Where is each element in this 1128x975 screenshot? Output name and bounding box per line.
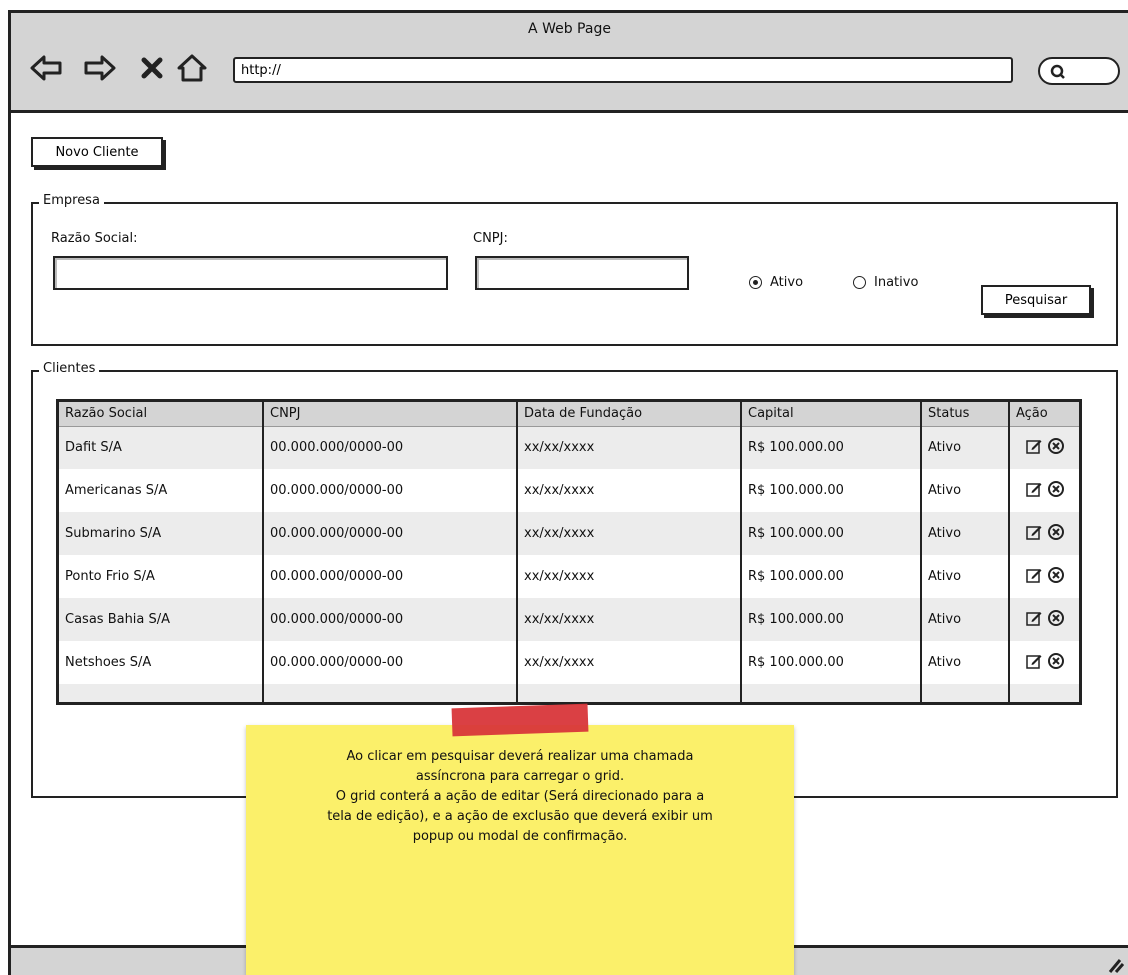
radio-ativo-label: Ativo	[770, 275, 804, 290]
cell-capital: R$ 100.000.00	[741, 598, 922, 641]
empty-row	[59, 684, 1079, 702]
column-header[interactable]: Data de Fundação	[517, 402, 742, 427]
cell-data: xx/xx/xxxx	[517, 469, 742, 512]
cell-cnpj: 00.000.000/0000-00	[263, 598, 518, 641]
delete-icon[interactable]	[1047, 652, 1065, 674]
stop-icon[interactable]	[139, 53, 165, 83]
edit-icon[interactable]	[1025, 480, 1043, 502]
cell-razao: Netshoes S/A	[59, 641, 264, 684]
home-icon[interactable]	[175, 53, 209, 83]
cell-capital: R$ 100.000.00	[741, 512, 922, 555]
cell-razao: Dafit S/A	[59, 426, 264, 469]
cell-status: Ativo	[921, 426, 1010, 469]
cell-data: xx/xx/xxxx	[517, 555, 742, 598]
forward-arrow-icon[interactable]	[83, 53, 117, 83]
cell-razao: Submarino S/A	[59, 512, 264, 555]
note-line: popup ou modal de confirmação.	[412, 829, 628, 844]
cell-capital: R$ 100.000.00	[741, 469, 922, 512]
edit-icon[interactable]	[1025, 652, 1043, 674]
column-header[interactable]: CNPJ	[263, 402, 518, 427]
url-input[interactable]	[233, 57, 1013, 83]
cell-actions	[1009, 555, 1079, 598]
cell-status: Ativo	[921, 555, 1010, 598]
cell-actions	[1009, 512, 1079, 555]
back-arrow-icon[interactable]	[29, 53, 63, 83]
column-header[interactable]: Status	[921, 402, 1010, 427]
column-header[interactable]: Razão Social	[59, 402, 264, 427]
cell-status: Ativo	[921, 641, 1010, 684]
cell-razao: Ponto Frio S/A	[59, 555, 264, 598]
radio-inativo[interactable]: Inativo	[853, 275, 918, 290]
column-header: Ação	[1009, 402, 1079, 427]
delete-icon[interactable]	[1047, 437, 1065, 459]
table-row[interactable]: Ponto Frio S/A 00.000.000/0000-00 xx/xx/…	[59, 555, 1079, 598]
edit-icon[interactable]	[1025, 523, 1043, 545]
cell-data: xx/xx/xxxx	[517, 512, 742, 555]
note-line: Ao clicar em pesquisar deverá realizar u…	[346, 749, 694, 764]
cell-capital: R$ 100.000.00	[741, 555, 922, 598]
radio-selected-icon	[749, 276, 762, 289]
cell-cnpj: 00.000.000/0000-00	[263, 426, 518, 469]
cell-data: xx/xx/xxxx	[517, 426, 742, 469]
cell-actions	[1009, 426, 1079, 469]
cell-actions	[1009, 469, 1079, 512]
cnpj-input[interactable]	[475, 256, 689, 290]
cell-cnpj: 00.000.000/0000-00	[263, 641, 518, 684]
cell-cnpj: 00.000.000/0000-00	[263, 512, 518, 555]
search-field[interactable]	[1038, 57, 1120, 85]
cell-actions	[1009, 598, 1079, 641]
grid-header-row: Razão Social CNPJ Data de Fundação Capit…	[59, 402, 1079, 427]
cell-cnpj: 00.000.000/0000-00	[263, 469, 518, 512]
cell-data: xx/xx/xxxx	[517, 641, 742, 684]
cell-capital: R$ 100.000.00	[741, 641, 922, 684]
browser-toolbar: A Web Page	[11, 13, 1128, 113]
delete-icon[interactable]	[1047, 566, 1065, 588]
delete-icon[interactable]	[1047, 523, 1065, 545]
radio-ativo[interactable]: Ativo	[749, 275, 803, 290]
table-row[interactable]: Submarino S/A 00.000.000/0000-00 xx/xx/x…	[59, 512, 1079, 555]
cell-cnpj: 00.000.000/0000-00	[263, 555, 518, 598]
cell-status: Ativo	[921, 469, 1010, 512]
razao-social-input[interactable]	[53, 256, 448, 290]
delete-icon[interactable]	[1047, 609, 1065, 631]
empresa-legend: Empresa	[39, 193, 104, 208]
table-row[interactable]: Casas Bahia S/A 00.000.000/0000-00 xx/xx…	[59, 598, 1079, 641]
cnpj-label: CNPJ:	[473, 231, 508, 246]
page-title: A Web Page	[528, 21, 611, 37]
edit-icon[interactable]	[1025, 609, 1043, 631]
clients-grid: Razão Social CNPJ Data de Fundação Capit…	[56, 399, 1082, 705]
column-header[interactable]: Capital	[741, 402, 922, 427]
table-row[interactable]: Netshoes S/A 00.000.000/0000-00 xx/xx/xx…	[59, 641, 1079, 684]
tape-strip	[451, 703, 589, 737]
table-row[interactable]: Dafit S/A 00.000.000/0000-00 xx/xx/xxxx …	[59, 426, 1079, 469]
resize-grip-icon[interactable]	[1106, 955, 1124, 973]
search-icon	[1050, 64, 1065, 79]
note-line: tela de edição), e a ação de exclusão qu…	[327, 809, 713, 824]
clientes-legend: Clientes	[39, 361, 100, 376]
note-line: O grid conterá a ação de editar (Será di…	[335, 789, 705, 804]
sticky-note: Ao clicar em pesquisar deverá realizar u…	[246, 725, 794, 975]
cell-capital: R$ 100.000.00	[741, 426, 922, 469]
edit-icon[interactable]	[1025, 437, 1043, 459]
radio-unselected-icon	[853, 276, 866, 289]
table-row[interactable]: Americanas S/A 00.000.000/0000-00 xx/xx/…	[59, 469, 1079, 512]
radio-inativo-label: Inativo	[874, 275, 919, 290]
cell-status: Ativo	[921, 598, 1010, 641]
edit-icon[interactable]	[1025, 566, 1043, 588]
cell-actions	[1009, 641, 1079, 684]
cell-status: Ativo	[921, 512, 1010, 555]
delete-icon[interactable]	[1047, 480, 1065, 502]
cell-razao: Casas Bahia S/A	[59, 598, 264, 641]
cell-data: xx/xx/xxxx	[517, 598, 742, 641]
cell-razao: Americanas S/A	[59, 469, 264, 512]
razao-social-label: Razão Social:	[51, 231, 138, 246]
search-button[interactable]: Pesquisar	[981, 285, 1091, 315]
note-line: assíncrona para carregar o grid.	[415, 769, 625, 784]
new-client-button[interactable]: Novo Cliente	[31, 137, 163, 167]
